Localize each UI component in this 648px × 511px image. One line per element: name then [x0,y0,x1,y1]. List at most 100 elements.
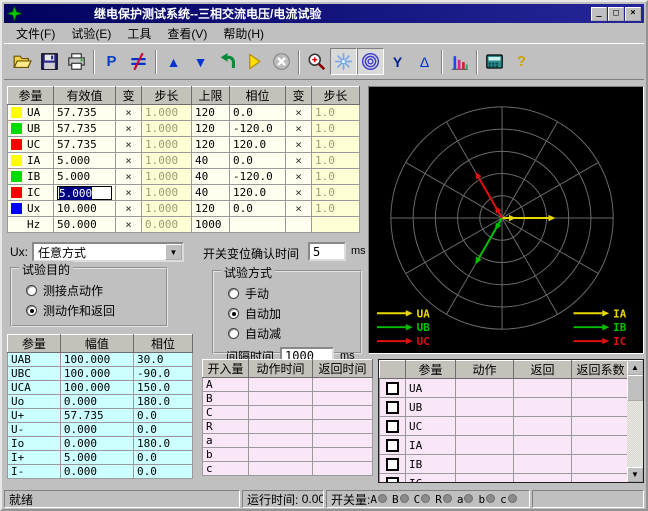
vary2-cell[interactable]: × [285,168,312,185]
phase-cell[interactable]: 0.0 [229,200,286,217]
step-cell[interactable]: 1.000 [141,168,192,185]
phase-cell[interactable]: 0.0 [229,152,286,169]
scrollbar[interactable]: ▲ ▼ [627,360,643,482]
phase-cell[interactable]: 120.0 [229,136,286,153]
phase-cell[interactable]: 120.0 [229,184,286,201]
checkbox-cell[interactable] [379,416,406,436]
bar-chart-button[interactable] [446,48,473,75]
test-purpose-option-0[interactable]: 测接点动作 [26,282,166,299]
chevron-down-icon[interactable]: ▼ [165,244,182,260]
value-cell[interactable]: 5.000 [53,152,116,169]
step2-cell[interactable] [311,216,360,233]
test-mode-option-2[interactable]: 自动减 [228,325,360,342]
menu-item-0[interactable]: 文件(F) [8,23,63,44]
device-button[interactable] [481,48,508,75]
scrollbar-track[interactable] [627,401,643,467]
checkbox-cell[interactable] [379,473,406,482]
vary2-cell[interactable]: × [285,184,312,201]
vary2-cell[interactable]: × [285,120,312,137]
vary-cell[interactable]: × [115,184,142,201]
step-cell[interactable]: 1.000 [141,200,192,217]
menu-item-1[interactable]: 试验(E) [63,23,119,44]
checkbox-unchecked-icon[interactable] [386,419,399,433]
radio-checked-icon[interactable] [228,308,239,319]
value-cell[interactable]: 57.735 [53,136,116,153]
step-cell[interactable]: 0.000 [141,216,192,233]
radio-unchecked-icon[interactable] [228,288,239,299]
limit-cell[interactable]: 40 [191,168,230,185]
zoom-button[interactable] [303,48,330,75]
vector-display-button[interactable] [330,48,357,75]
limit-cell[interactable]: 120 [191,120,230,137]
step2-cell[interactable]: 1.0 [311,120,360,137]
step-cell[interactable]: 1.000 [141,104,192,121]
checkbox-unchecked-icon[interactable] [386,381,399,395]
limit-cell[interactable]: 40 [191,152,230,169]
vary-cell[interactable]: × [115,168,142,185]
step-cell[interactable]: 1.000 [141,120,192,137]
ux-mode-select[interactable]: 任意方式 ▼ [32,242,184,262]
step2-cell[interactable]: 1.0 [311,184,360,201]
stop-button[interactable] [268,48,295,75]
test-mode-option-0[interactable]: 手动 [228,285,360,302]
limit-cell[interactable]: 40 [191,184,230,201]
p-marker-button[interactable]: P [98,48,125,75]
test-mode-option-1[interactable]: 自动加 [228,305,360,322]
polar-display-button[interactable] [357,48,384,75]
menu-item-4[interactable]: 帮助(H) [215,23,272,44]
vary2-cell[interactable]: × [285,152,312,169]
checkbox-cell[interactable] [379,397,406,417]
step-cell[interactable]: 1.000 [141,184,192,201]
value-cell[interactable]: 10.000 [53,200,116,217]
value-editbox[interactable]: 5.000 [57,185,112,200]
undo-button[interactable] [214,48,241,75]
phase-cell[interactable]: -120.0 [229,168,286,185]
checkbox-unchecked-icon[interactable] [386,476,399,482]
close-button[interactable]: × [625,6,641,21]
phase-cell[interactable] [229,216,286,233]
radio-checked-icon[interactable] [26,305,37,316]
value-cell[interactable]: 50.000 [53,216,116,233]
menu-item-2[interactable]: 工具 [119,23,159,44]
vary2-cell[interactable]: × [285,136,312,153]
value-cell[interactable]: 5.000 [53,168,116,185]
vary-cell[interactable]: × [115,136,142,153]
open-button[interactable] [9,48,36,75]
step2-cell[interactable]: 1.0 [311,152,360,169]
vary-cell[interactable]: × [115,104,142,121]
test-purpose-option-1[interactable]: 测动作和返回 [26,302,166,319]
checkbox-cell[interactable] [379,454,406,474]
delta-button[interactable]: Δ [411,48,438,75]
step2-cell[interactable]: 1.0 [311,200,360,217]
vary-cell[interactable]: × [115,200,142,217]
step2-cell[interactable]: 1.0 [311,168,360,185]
checkbox-cell[interactable] [379,378,406,398]
checkbox-unchecked-icon[interactable] [386,438,399,452]
limit-cell[interactable]: 120 [191,136,230,153]
scroll-up-icon[interactable]: ▲ [627,360,643,375]
checkbox-unchecked-icon[interactable] [386,400,399,414]
value-cell[interactable]: 57.735 [53,120,116,137]
lower-button[interactable]: ▼ [187,48,214,75]
phase-cell[interactable]: 0.0 [229,104,286,121]
vary2-cell[interactable] [285,216,312,233]
wye-button[interactable]: Y [384,48,411,75]
raise-button[interactable]: ▲ [160,48,187,75]
step2-cell[interactable]: 1.0 [311,104,360,121]
menu-item-3[interactable]: 查看(V) [159,23,215,44]
confirm-time-input[interactable] [308,242,346,261]
vary2-cell[interactable]: × [285,200,312,217]
value-cell[interactable]: 57.735 [53,104,116,121]
checkbox-unchecked-icon[interactable] [386,457,399,471]
save-button[interactable] [36,48,63,75]
limit-cell[interactable]: 1000 [191,216,230,233]
vary-cell[interactable]: × [115,216,142,233]
scroll-down-icon[interactable]: ▼ [627,467,643,482]
limit-cell[interactable]: 120 [191,104,230,121]
vary-cell[interactable]: × [115,152,142,169]
minimize-button[interactable]: _ [591,6,607,21]
maximize-button[interactable]: □ [608,6,624,21]
limit-cell[interactable]: 120 [191,200,230,217]
phase-cell[interactable]: -120.0 [229,120,286,137]
step-cell[interactable]: 1.000 [141,152,192,169]
